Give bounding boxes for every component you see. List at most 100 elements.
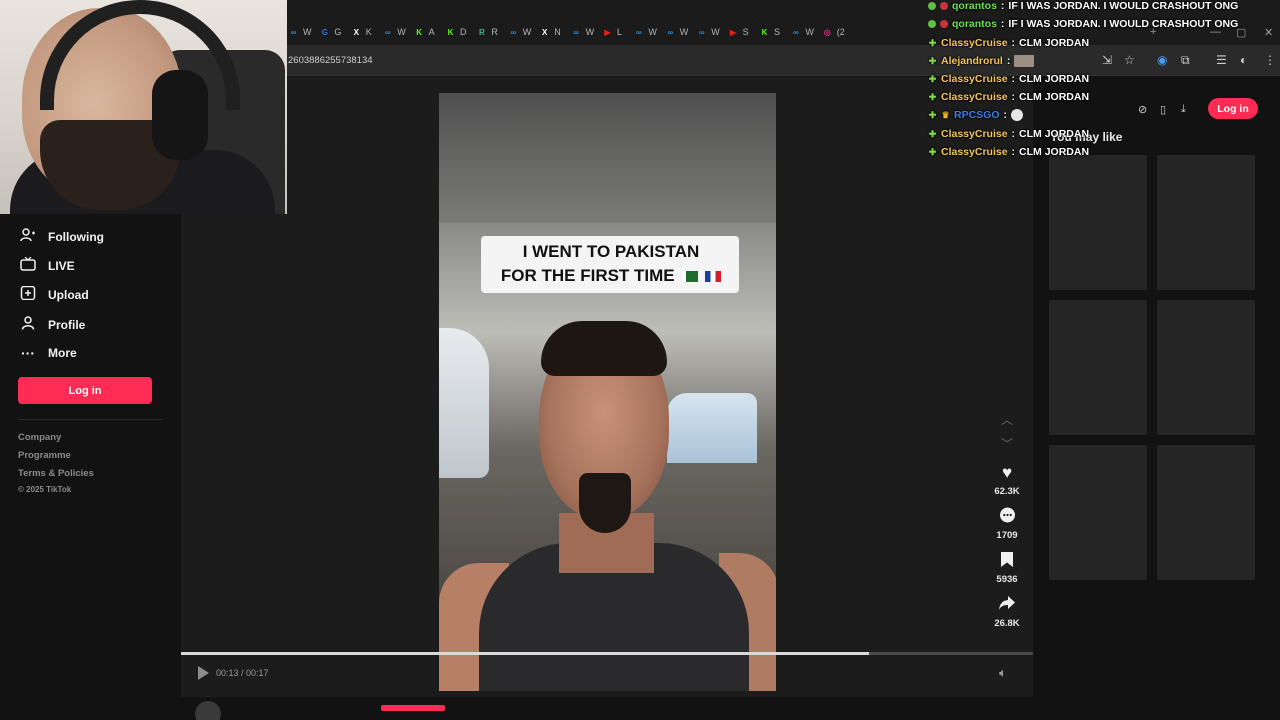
r-logo-icon: R — [479, 27, 485, 37]
menu-kebab-icon[interactable]: ⋮ — [1264, 53, 1276, 67]
recommended-thumbnail[interactable] — [1049, 155, 1147, 290]
browser-tab[interactable]: ∞ W — [696, 24, 720, 40]
play-icon[interactable] — [198, 666, 209, 680]
recommended-thumbnail[interactable] — [1157, 155, 1255, 290]
browser-tab-label: K — [365, 27, 372, 37]
chat-text: CLM JORDAN — [1019, 37, 1090, 49]
browser-tab[interactable]: ▶ S — [728, 24, 749, 40]
progress-fill — [181, 652, 869, 655]
browser-tab[interactable]: KS — [759, 24, 780, 40]
chat-message: ✚ ♛ RPCSGO: — [928, 109, 1024, 121]
browser-tab-label: W — [303, 27, 312, 37]
sidebar-item-live[interactable]: LIVE — [20, 256, 75, 274]
footer-link-programme[interactable]: Programme — [18, 450, 71, 461]
caption-line: I WENT TO PAKISTAN — [522, 242, 700, 261]
browser-tab[interactable]: GG — [319, 24, 342, 40]
sub-badge-icon: ✚ — [928, 128, 937, 139]
bookmark-count: 5936 — [996, 574, 1018, 585]
sidebar-item-label: Following — [48, 229, 104, 244]
video-player[interactable]: I WENT TO PAKISTAN FOR THE FIRST TIME — [439, 93, 776, 691]
browser-tab[interactable]: ∞ W — [665, 24, 689, 40]
volume-icon[interactable]: 🔈︎ — [999, 665, 1007, 681]
chat-separator: : — [1000, 18, 1005, 30]
chat-username[interactable]: RPCSGO — [954, 109, 1000, 121]
share-button[interactable]: 26.8K — [989, 595, 1025, 629]
chat-text: CLM JORDAN — [1019, 146, 1090, 158]
france-flag-icon — [705, 271, 722, 282]
verified-badge-icon — [928, 20, 936, 28]
chat-separator: : — [1003, 109, 1008, 121]
sidebar-item-profile[interactable]: Profile — [20, 316, 85, 333]
browser-tab[interactable]: XN — [539, 24, 561, 40]
profile-avatar-icon[interactable]: ◐ — [1240, 53, 1247, 67]
recommended-thumbnail[interactable] — [1049, 300, 1147, 435]
url-text[interactable]: 2603886255738134 — [288, 55, 373, 66]
chat-username[interactable]: ClassyCruise — [941, 73, 1008, 85]
bookmark-button[interactable]: 5936 — [989, 551, 1025, 585]
sidebar-login-button[interactable]: Log in — [18, 377, 152, 404]
browser-tab-label: W — [679, 27, 689, 37]
youtube-icon: ▶ — [604, 27, 611, 37]
browser-tab[interactable]: ∞ W — [288, 24, 312, 40]
sidebar-item-following[interactable]: Following — [20, 228, 104, 245]
browser-tab[interactable]: ▶ L — [602, 24, 622, 40]
sphere-icon: ∞ — [698, 27, 705, 37]
video-caption: I WENT TO PAKISTAN FOR THE FIRST TIME — [481, 236, 739, 293]
browser-tab-label: G — [334, 27, 342, 37]
next-video-icon[interactable]: ﹀ — [1001, 435, 1013, 452]
browser-tab[interactable]: KA — [414, 24, 434, 40]
footer-link-company[interactable]: Company — [18, 432, 61, 443]
caption-line-2: FOR THE FIRST TIME — [487, 264, 735, 288]
chat-text: CLM JORDAN — [1019, 91, 1090, 103]
browser-tab-label: L — [617, 27, 623, 37]
uploader-row — [181, 699, 1033, 720]
like-button[interactable]: ♥ 62.3K — [989, 463, 1025, 497]
chat-username[interactable]: ClassyCruise — [941, 128, 1008, 140]
browser-tab-label: W — [805, 27, 814, 37]
sidebar-item-upload[interactable]: Upload — [20, 285, 89, 303]
chat-username[interactable]: ClassyCruise — [941, 146, 1008, 158]
browser-tab-label: S — [774, 27, 781, 37]
comment-button[interactable]: 1709 — [989, 507, 1025, 541]
instagram-icon: ◎ — [823, 27, 831, 37]
chat-username[interactable]: ClassyCruise — [941, 37, 1008, 49]
sphere-icon: ∞ — [667, 27, 674, 37]
chat-username[interactable]: qorantos — [952, 18, 997, 30]
crown-badge-icon: ♛ — [941, 109, 950, 120]
browser-tab[interactable]: ∞ W — [790, 24, 814, 40]
video-frame-person — [579, 473, 631, 533]
chat-separator: : — [1011, 128, 1016, 140]
recommended-thumbnail[interactable] — [1157, 445, 1255, 580]
previous-video-icon[interactable]: ︿ — [1001, 411, 1013, 428]
chat-username[interactable]: qorantos — [952, 0, 997, 12]
playback-time: 00:13 / 00:17 — [216, 668, 269, 678]
browser-tab[interactable]: ◎ (2 — [822, 24, 845, 40]
recommended-thumbnail[interactable] — [1157, 300, 1255, 435]
sidebar-item-more[interactable]: ··· More — [20, 345, 77, 361]
heart-icon: ♥ — [1001, 463, 1013, 482]
video-frame-roof — [439, 93, 776, 223]
browser-tab[interactable]: KD — [445, 24, 467, 40]
chat-username[interactable]: ClassyCruise — [941, 91, 1008, 103]
comment-count: 1709 — [996, 530, 1018, 541]
sub-badge-icon: ✚ — [928, 91, 937, 102]
footer-link-terms[interactable]: Terms & Policies — [18, 468, 94, 479]
close-window-icon[interactable]: ✕ — [1264, 26, 1273, 39]
browser-tab-label: N — [554, 27, 561, 37]
browser-tab[interactable]: RR — [476, 24, 498, 40]
sphere-icon: ∞ — [636, 27, 642, 37]
browser-tab[interactable]: ∞ W — [571, 24, 594, 40]
browser-tab[interactable]: XK — [351, 24, 372, 40]
video-frame-person — [541, 321, 667, 376]
follow-button[interactable] — [381, 705, 445, 711]
x-logo-icon: X — [353, 27, 359, 37]
browser-tab[interactable]: ∞ W — [508, 24, 531, 40]
chat-username[interactable]: Alejandrorul — [941, 55, 1003, 67]
recommended-thumbnail[interactable] — [1049, 445, 1147, 580]
browser-tab[interactable]: ∞ W — [633, 24, 657, 40]
share-icon — [989, 595, 1025, 617]
browser-tab[interactable]: ∞ W — [382, 24, 406, 40]
sidebar-item-label: Profile — [48, 317, 86, 332]
more-icon: ··· — [21, 345, 35, 361]
avatar[interactable] — [195, 701, 221, 720]
